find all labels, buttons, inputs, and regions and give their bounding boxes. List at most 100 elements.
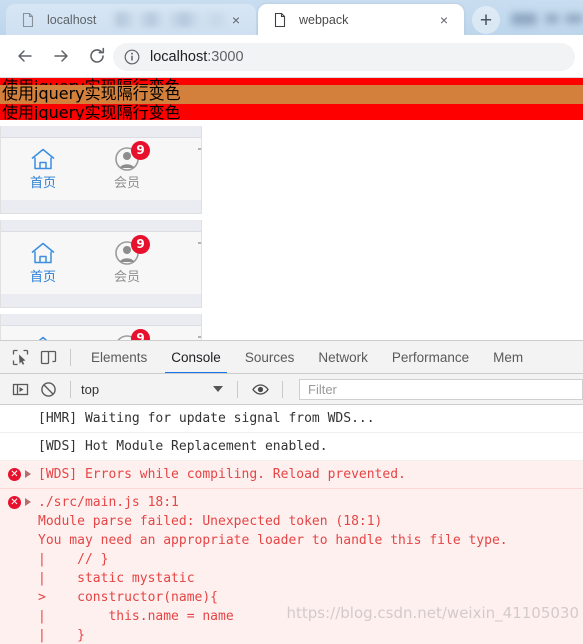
console-detail-line: | this.name = name <box>38 609 234 624</box>
nav-card-row: 首页 9 会员 <box>1 138 201 200</box>
page-icon <box>272 12 288 28</box>
new-tab-button[interactable]: + <box>472 6 500 34</box>
console-detail-line: | static mystatic <box>38 571 195 586</box>
stripe-text: 使用jquery实现隔行变色 <box>2 84 181 103</box>
nav-card: 首页 9 会员 <box>0 313 202 340</box>
address-bar[interactable]: localhost:3000 <box>113 43 575 71</box>
address-bar-url: localhost:3000 <box>150 49 244 65</box>
nav-item-cart[interactable] <box>169 238 201 268</box>
console-message[interactable]: [HMR] Waiting for update signal from WDS… <box>0 405 583 433</box>
console-output[interactable]: [HMR] Waiting for update signal from WDS… <box>0 405 583 644</box>
nav-item-member[interactable]: 9 会员 <box>85 234 169 285</box>
console-message-error[interactable]: ✕ [WDS] Errors while compiling. Reload p… <box>0 461 583 489</box>
chevron-down-icon <box>213 386 223 392</box>
devtools-panel: Elements Console Sources Network Perform… <box>0 340 583 644</box>
console-detail-line: | // } <box>38 552 109 567</box>
device-toggle-icon[interactable] <box>34 344 62 370</box>
nav-item-label: 会员 <box>113 269 140 285</box>
error-icon: ✕ <box>8 496 21 509</box>
devtools-tab-elements[interactable]: Elements <box>79 341 159 373</box>
nav-item-cart[interactable] <box>169 144 201 174</box>
nav-card-footer <box>1 199 201 213</box>
devtools-tab-memory[interactable]: Mem <box>481 341 535 373</box>
cart-icon <box>196 238 201 268</box>
redacted-window-controls-blur <box>505 0 583 35</box>
stripe-text: 使用jquery实现隔行变色 <box>2 103 181 120</box>
nav-item-home[interactable]: 首页 <box>1 238 85 284</box>
console-message-text: ./src/main.js 18:1 <box>38 495 179 510</box>
notification-badge: 9 <box>131 140 150 160</box>
cart-icon <box>196 144 201 174</box>
browser-tab-title: webpack <box>299 12 349 27</box>
browser-tab-webpack[interactable]: webpack × <box>258 4 464 35</box>
info-circle-icon[interactable] <box>123 48 141 66</box>
devtools-tab-network[interactable]: Network <box>306 341 380 373</box>
home-icon <box>28 332 58 340</box>
browser-tab-title: localhost <box>47 12 97 27</box>
live-expression-eye-icon[interactable] <box>246 376 274 402</box>
url-host: localhost <box>150 49 208 65</box>
nav-item-label: 会员 <box>113 175 140 191</box>
back-arrow-icon[interactable] <box>10 41 40 71</box>
console-context-value: top <box>81 381 100 397</box>
close-icon[interactable]: × <box>433 9 455 31</box>
nav-item-label: 首页 <box>29 269 56 285</box>
toolbar-divider <box>237 380 238 398</box>
page-icon <box>20 12 36 28</box>
page-viewport: 使用jquery实现隔行变色 使用jquery实现隔行变色 使用jquery实现… <box>0 78 583 340</box>
console-filter-input[interactable]: Filter <box>299 378 583 400</box>
nav-card: 首页 9 会员 <box>0 219 202 308</box>
toolbar-divider <box>70 380 71 398</box>
reload-icon[interactable] <box>82 41 112 71</box>
url-port: :3000 <box>207 49 244 65</box>
notification-badge: 9 <box>131 328 150 340</box>
nav-card: 首页 9 会员 <box>0 125 202 214</box>
console-message[interactable]: [WDS] Hot Module Replacement enabled. <box>0 433 583 461</box>
console-message-text: [HMR] Waiting for update signal from WDS… <box>38 411 375 426</box>
home-icon <box>28 144 58 174</box>
expand-triangle-icon[interactable] <box>25 470 31 478</box>
nav-item-home[interactable]: 首页 <box>1 144 85 190</box>
nav-card-header <box>1 219 201 232</box>
console-message-text: [WDS] Errors while compiling. Reload pre… <box>38 467 406 482</box>
devtools-tab-performance[interactable]: Performance <box>380 341 481 373</box>
nav-item-member[interactable]: 9 会员 <box>85 328 169 340</box>
nav-card-row: 首页 9 会员 <box>1 326 201 340</box>
clear-console-icon[interactable] <box>34 376 62 402</box>
notification-badge: 9 <box>131 234 150 254</box>
nav-item-member[interactable]: 9 会员 <box>85 140 169 191</box>
devtools-tab-bar: Elements Console Sources Network Perform… <box>0 341 583 374</box>
nav-item-home[interactable]: 首页 <box>1 332 85 340</box>
home-icon <box>28 238 58 268</box>
error-icon: ✕ <box>8 468 21 481</box>
console-message-text: [WDS] Hot Module Replacement enabled. <box>38 439 328 454</box>
console-context-select[interactable]: top <box>81 379 229 399</box>
cart-icon <box>196 332 201 340</box>
browser-tab-localhost[interactable]: localhost × <box>6 4 256 35</box>
nav-card-footer <box>1 293 201 307</box>
console-detail-line: Module parse failed: Unexpected token (1… <box>38 514 383 529</box>
nav-card-header <box>1 125 201 138</box>
forward-arrow-icon[interactable] <box>46 41 76 71</box>
browser-toolbar: localhost:3000 <box>0 35 583 78</box>
nav-card-row: 首页 9 会员 <box>1 232 201 294</box>
console-detail-line: > constructor(name){ <box>38 590 219 605</box>
expand-triangle-icon[interactable] <box>25 498 31 506</box>
devtools-tab-sources[interactable]: Sources <box>233 341 307 373</box>
browser-tab-strip: localhost × webpack × + <box>0 0 583 35</box>
toolbar-divider <box>70 348 71 366</box>
nav-item-cart[interactable] <box>169 332 201 340</box>
console-filter-bar: top Filter <box>0 374 583 405</box>
console-message-error[interactable]: ✕ ./src/main.js 18:1 Module parse failed… <box>0 489 583 644</box>
screenshot-root: localhost × webpack × + localhost:3000 使… <box>0 0 583 644</box>
devtools-tab-console[interactable]: Console <box>159 341 233 373</box>
toolbar-divider <box>282 380 283 398</box>
console-detail-line: You may need an appropriate loader to ha… <box>38 533 508 548</box>
close-icon[interactable]: × <box>225 9 247 31</box>
nav-item-label: 首页 <box>29 175 56 191</box>
nav-card-header <box>1 313 201 326</box>
console-detail-line: | } <box>38 628 85 643</box>
console-sidebar-icon[interactable] <box>6 376 34 402</box>
stripe-row: 使用jquery实现隔行变色 <box>0 84 583 104</box>
inspect-cursor-icon[interactable] <box>6 344 34 370</box>
